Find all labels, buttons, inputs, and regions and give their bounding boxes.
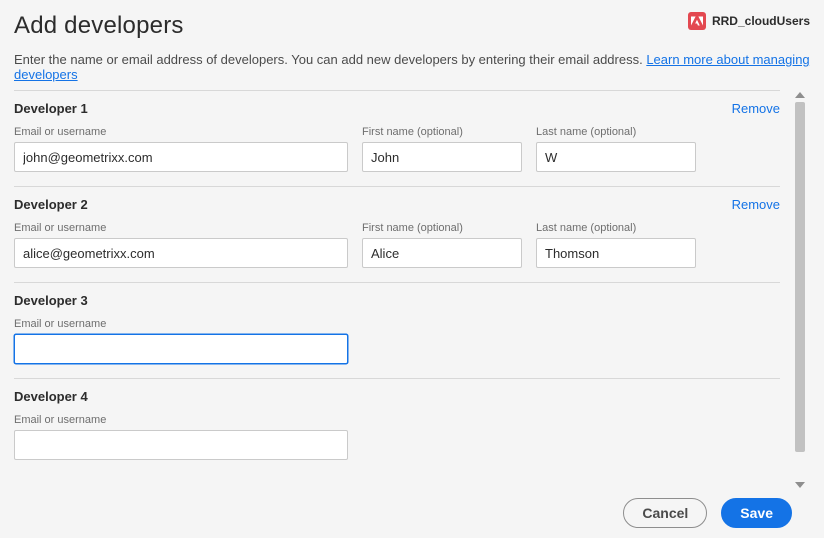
developer-block: Developer 2 Remove Email or username First … [14, 186, 780, 282]
developer-block: Developer 4 Email or username [14, 378, 780, 474]
last-name-input[interactable] [536, 238, 696, 268]
first-name-label: First name (optional) [362, 126, 522, 138]
first-name-input[interactable] [362, 238, 522, 268]
last-name-input[interactable] [536, 142, 696, 172]
developer-block: Developer 3 Email or username [14, 282, 780, 378]
scroll-down-icon[interactable] [795, 482, 805, 488]
developer-heading: Developer 3 [14, 293, 88, 308]
developer-heading: Developer 1 [14, 101, 88, 116]
developer-heading: Developer 2 [14, 197, 88, 212]
subtitle: Enter the name or email address of devel… [14, 52, 810, 82]
email-input[interactable] [14, 238, 348, 268]
email-label: Email or username [14, 318, 348, 330]
last-name-label: Last name (optional) [536, 126, 696, 138]
remove-link[interactable]: Remove [732, 197, 780, 212]
email-label: Email or username [14, 126, 348, 138]
first-name-input[interactable] [362, 142, 522, 172]
remove-link[interactable]: Remove [732, 101, 780, 116]
last-name-label: Last name (optional) [536, 222, 696, 234]
scroll-up-icon[interactable] [795, 92, 805, 98]
adobe-icon [688, 12, 706, 30]
page-title: Add developers [14, 12, 184, 40]
org-tag: RRD_cloudUsers [688, 12, 810, 30]
org-name: RRD_cloudUsers [712, 14, 810, 28]
developer-heading: Developer 4 [14, 389, 88, 404]
first-name-label: First name (optional) [362, 222, 522, 234]
email-input[interactable] [14, 334, 348, 364]
email-label: Email or username [14, 222, 348, 234]
email-input[interactable] [14, 142, 348, 172]
email-label: Email or username [14, 414, 348, 426]
developer-block: Developer 1 Remove Email or username First … [14, 90, 780, 186]
scroll-thumb[interactable] [795, 102, 805, 452]
save-button[interactable]: Save [721, 498, 792, 528]
email-input[interactable] [14, 430, 348, 460]
subtitle-text: Enter the name or email address of devel… [14, 52, 646, 67]
cancel-button[interactable]: Cancel [623, 498, 707, 528]
scrollbar[interactable] [792, 90, 808, 490]
